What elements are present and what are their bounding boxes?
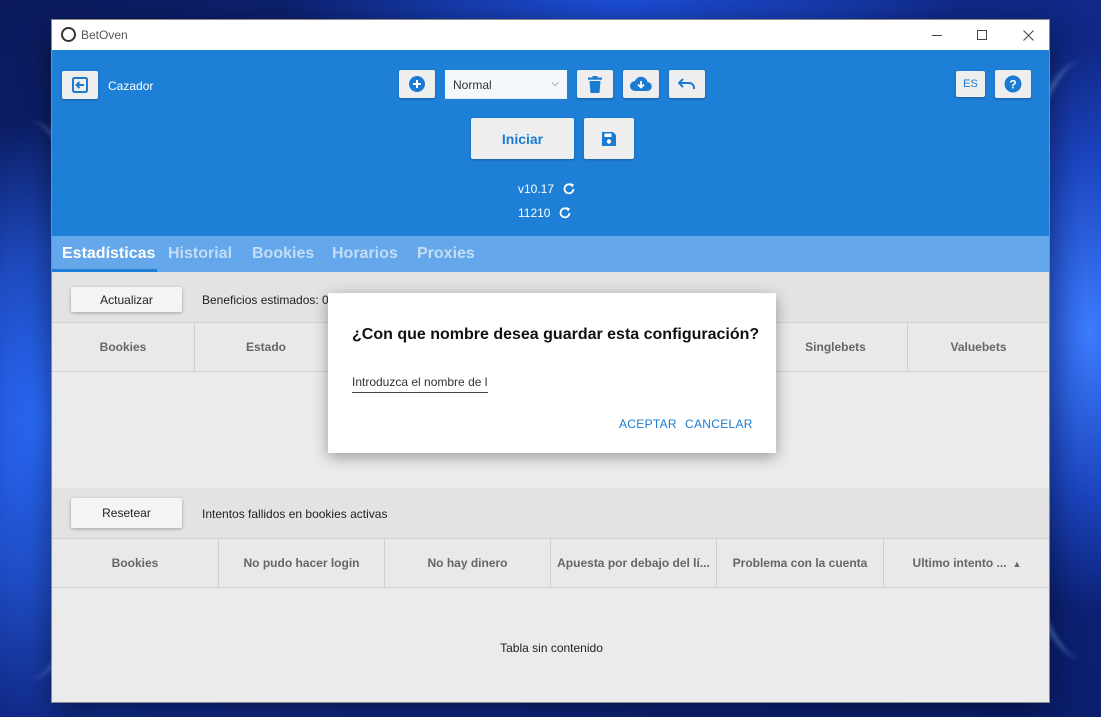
profile-select[interactable]: Normal ⌵ [445, 70, 567, 99]
column-header-sorted[interactable]: Ultimo intento ... ▲ [884, 539, 1049, 587]
sort-asc-icon: ▲ [1012, 559, 1022, 569]
build-text: 11210 [518, 206, 551, 220]
add-profile-button[interactable] [399, 70, 435, 98]
save-icon [602, 131, 616, 146]
failures-toolbar: Resetear Intentos fallidos en bookies ac… [52, 488, 1049, 538]
profile-select-value: Normal [453, 78, 492, 92]
trash-icon [588, 75, 602, 93]
control-header: Cazador Normal ⌵ ES ? Iniciar v10.17 112… [52, 50, 1049, 236]
update-button[interactable]: Actualizar [71, 287, 182, 312]
column-header[interactable]: Estado [195, 323, 338, 371]
failures-table-header: Bookies No pudo hacer login No hay diner… [52, 538, 1049, 588]
window-title: BetOven [81, 28, 128, 42]
build-row: 11210 [518, 206, 572, 220]
maximize-icon [977, 30, 987, 40]
column-header[interactable]: Apuesta por debajo del lí... [551, 539, 717, 587]
add-icon [409, 76, 425, 92]
tab-proxies[interactable]: Proxies [417, 236, 475, 272]
column-header[interactable]: Bookies [52, 323, 195, 371]
save-config-button[interactable] [584, 118, 634, 159]
app-logo-icon [61, 27, 76, 42]
cloud-download-icon [630, 76, 652, 92]
empty-table-message: Tabla sin contenido [500, 641, 603, 655]
title-bar: BetOven [52, 20, 1049, 50]
reset-button[interactable]: Resetear [71, 498, 182, 528]
refresh-icon[interactable] [562, 182, 576, 196]
accept-button[interactable]: ACEPTAR [619, 417, 677, 431]
close-button[interactable] [1005, 20, 1049, 50]
tab-bar: Estadísticas Historial Bookies Horarios … [52, 236, 1049, 272]
undo-icon [678, 78, 695, 89]
column-header-label: Ultimo intento ... [912, 556, 1007, 570]
mode-label: Cazador [108, 79, 154, 93]
exit-icon [72, 77, 88, 93]
undo-button[interactable] [669, 70, 705, 98]
config-name-input[interactable] [352, 371, 488, 393]
chevron-down-icon: ⌵ [551, 78, 559, 89]
download-button[interactable] [623, 70, 659, 98]
failures-title: Intentos fallidos en bookies activas [202, 507, 388, 521]
minimize-button[interactable] [914, 20, 960, 50]
column-header[interactable]: Problema con la cuenta [717, 539, 884, 587]
maximize-button[interactable] [959, 20, 1005, 50]
column-header[interactable]: Valuebets [908, 323, 1049, 371]
help-button[interactable]: ? [995, 70, 1031, 98]
tab-historial[interactable]: Historial [168, 236, 232, 272]
delete-profile-button[interactable] [577, 70, 613, 98]
cancel-button[interactable]: CANCELAR [685, 417, 753, 431]
refresh-icon[interactable] [558, 206, 572, 220]
help-icon: ? [1004, 75, 1022, 93]
estimated-profit-label: Beneficios estimados: 0. [202, 293, 333, 307]
version-row: v10.17 [518, 182, 576, 196]
version-text: v10.17 [518, 182, 555, 196]
column-header[interactable]: No hay dinero [385, 539, 551, 587]
dialog-title: ¿Con que nombre desea guardar esta confi… [352, 326, 760, 343]
column-header[interactable]: Bookies [52, 539, 219, 587]
svg-text:?: ? [1009, 78, 1016, 92]
tab-bookies[interactable]: Bookies [252, 236, 314, 272]
column-header[interactable]: Singlebets [764, 323, 908, 371]
save-config-dialog: ¿Con que nombre desea guardar esta confi… [328, 293, 776, 453]
language-button[interactable]: ES [956, 71, 985, 97]
tab-horarios[interactable]: Horarios [332, 236, 398, 272]
minimize-icon [932, 34, 942, 36]
close-icon [1022, 29, 1034, 41]
tab-estadisticas[interactable]: Estadísticas [62, 236, 155, 272]
column-header[interactable]: No pudo hacer login [219, 539, 385, 587]
exit-button[interactable] [62, 71, 98, 99]
app-window: BetOven Cazador Normal ⌵ ES ? Iniciar v1… [51, 19, 1050, 703]
start-button[interactable]: Iniciar [471, 118, 574, 159]
